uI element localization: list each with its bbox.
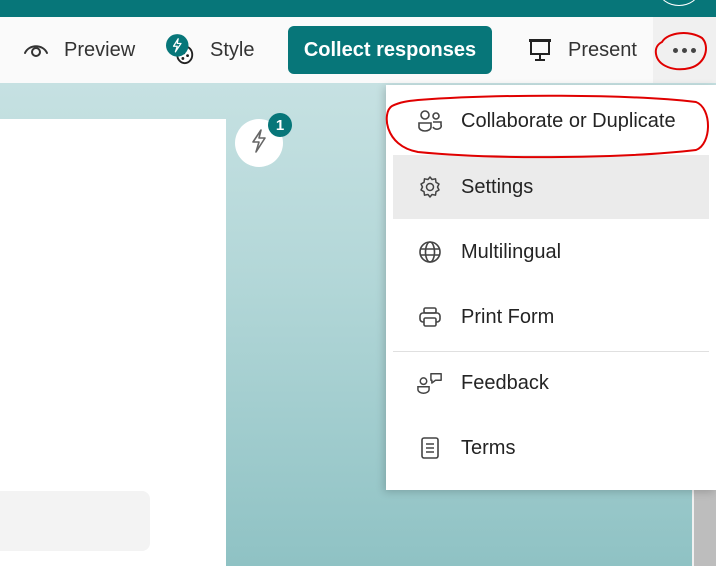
style-label: Style	[210, 38, 255, 61]
menu-item-label: Settings	[461, 175, 534, 198]
palette-icon	[166, 34, 196, 65]
person-feedback-icon	[417, 370, 443, 396]
more-options-menu: Collaborate or Duplicate Settings Multil…	[386, 85, 716, 490]
document-icon	[417, 435, 443, 461]
present-button[interactable]: Present	[526, 17, 637, 83]
collect-responses-button[interactable]: Collect responses	[288, 26, 492, 74]
form-input-field[interactable]	[0, 491, 150, 551]
more-horizontal-icon	[673, 47, 696, 53]
people-icon	[417, 108, 443, 134]
printer-icon	[417, 304, 443, 330]
menu-item-multilingual[interactable]: Multilingual	[393, 220, 709, 284]
preview-button[interactable]: Preview	[22, 17, 135, 83]
scrollbar[interactable]	[692, 490, 716, 566]
toolbar: Preview Style Collect responses Present	[0, 17, 716, 83]
globe-icon	[417, 239, 443, 265]
account-avatar[interactable]	[659, 0, 699, 6]
more-options-button[interactable]	[653, 17, 716, 83]
gear-icon	[417, 174, 443, 200]
menu-item-collaborate[interactable]: Collaborate or Duplicate	[393, 89, 709, 153]
menu-item-label: Feedback	[461, 371, 549, 394]
menu-item-feedback[interactable]: Feedback	[393, 351, 709, 415]
menu-item-label: Multilingual	[461, 240, 562, 263]
menu-item-label: Collaborate or Duplicate	[461, 109, 676, 132]
eye-icon	[22, 41, 50, 59]
lightning-icon	[248, 128, 270, 159]
menu-item-label: Terms	[461, 436, 516, 459]
style-button[interactable]: Style	[166, 17, 254, 83]
notification-badge: 1	[268, 113, 292, 137]
preview-label: Preview	[64, 38, 136, 61]
menu-item-terms[interactable]: Terms	[393, 416, 709, 480]
menu-item-print-form[interactable]: Print Form	[393, 285, 709, 349]
app-header-band	[0, 0, 716, 17]
present-label: Present	[568, 38, 637, 61]
presentation-icon	[526, 37, 554, 63]
menu-item-settings[interactable]: Settings	[393, 155, 709, 219]
menu-item-label: Print Form	[461, 305, 555, 328]
